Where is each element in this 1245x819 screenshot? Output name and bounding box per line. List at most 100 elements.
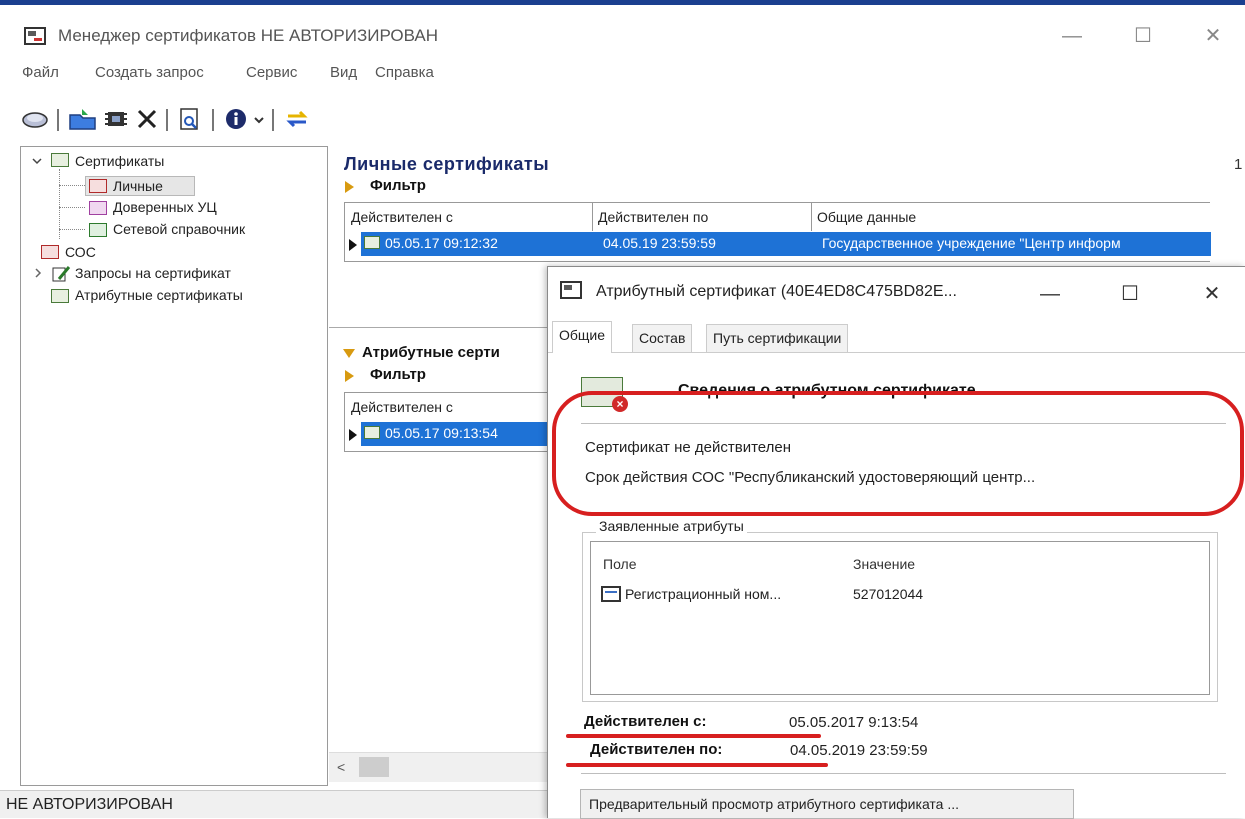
column-divider xyxy=(592,203,593,231)
preview-icon[interactable] xyxy=(178,107,202,131)
menubar: Файл Создать запрос Сервис Вид Справка xyxy=(0,61,1245,87)
table-row[interactable]: 05.05.17 09:13:54 xyxy=(361,422,549,446)
status-bar: НЕ АВТОРИЗИРОВАН xyxy=(0,790,548,818)
dropdown-arrow-icon[interactable] xyxy=(252,107,266,131)
network-directory-icon xyxy=(89,223,107,237)
attribute-field-name[interactable]: Регистрационный ном... xyxy=(625,586,781,602)
toolbar-separator xyxy=(57,109,59,131)
cell-valid-from: 05.05.17 09:12:32 xyxy=(385,235,498,251)
personal-grid[interactable]: Действителен с Действителен по Общие дан… xyxy=(344,202,1211,262)
minimize-button[interactable]: — xyxy=(1052,21,1092,51)
attribute-certificate-dialog: Атрибутный сертификат (40E4ED8C475BD82E.… xyxy=(547,266,1245,819)
menu-help[interactable]: Справка xyxy=(375,64,434,81)
attribute-grid[interactable]: Действителен с 05.05.17 09:13:54 xyxy=(344,392,549,452)
personal-filter[interactable]: Фильтр xyxy=(370,177,426,194)
column-header-valid-to[interactable]: Действителен по xyxy=(598,209,708,225)
cert-row-icon xyxy=(364,426,380,439)
table-row[interactable]: 05.05.17 09:12:32 04.05.19 23:59:59 Госу… xyxy=(361,232,1211,256)
personal-cert-icon xyxy=(89,179,107,193)
attribute-icon xyxy=(601,586,621,602)
tree-item-personal[interactable]: Личные xyxy=(113,178,163,194)
toolbar xyxy=(0,101,400,137)
sync-arrows-icon[interactable] xyxy=(284,107,310,131)
attribute-filter[interactable]: Фильтр xyxy=(370,366,426,383)
dialog-title: Атрибутный сертификат (40E4ED8C475BD82E.… xyxy=(596,283,957,300)
menu-view[interactable]: Вид xyxy=(330,64,357,81)
dialog-tabs: Общие Состав Путь сертификации xyxy=(548,319,1245,353)
tab-certification-path[interactable]: Путь сертификации xyxy=(706,324,849,352)
status-text: НЕ АВТОРИЗИРОВАН xyxy=(6,796,173,813)
book-icon[interactable] xyxy=(20,107,50,131)
chevron-down-icon[interactable] xyxy=(31,155,43,167)
annotation-oval xyxy=(552,391,1244,516)
scroll-left-icon[interactable]: < xyxy=(337,759,345,775)
tree-item-attribute-certificates[interactable]: Атрибутные сертификаты xyxy=(75,287,243,303)
close-button[interactable]: ✕ xyxy=(1193,21,1233,51)
attribute-cert-icon xyxy=(51,289,69,303)
request-icon xyxy=(52,266,71,282)
menu-file[interactable]: Файл xyxy=(22,64,59,81)
cert-row-icon xyxy=(364,236,380,249)
preview-attribute-certificate-button[interactable]: Предварительный просмотр атрибутного сер… xyxy=(580,789,1074,819)
column-header-common-data[interactable]: Общие данные xyxy=(817,209,916,225)
trusted-ca-icon xyxy=(89,201,107,215)
app-icon xyxy=(24,27,46,45)
toolbar-separator xyxy=(212,109,214,131)
certificates-icon xyxy=(51,153,69,167)
menu-create-request[interactable]: Создать запрос xyxy=(95,64,204,81)
filter-expand-icon[interactable] xyxy=(345,181,354,193)
pane-splitter[interactable] xyxy=(329,327,547,328)
valid-from-label: Действителен с: xyxy=(584,713,707,730)
delete-icon[interactable] xyxy=(136,107,158,131)
valid-from-value: 05.05.2017 9:13:54 xyxy=(789,714,919,731)
maximize-button[interactable]: ☐ xyxy=(1123,21,1163,51)
tree-connector xyxy=(59,185,85,186)
annotation-underline xyxy=(566,734,821,738)
column-header-valid-from[interactable]: Действителен с xyxy=(351,399,453,415)
attribute-value[interactable]: 527012044 xyxy=(853,586,923,602)
collapse-icon[interactable] xyxy=(343,349,355,358)
cell-valid-to: 04.05.19 23:59:59 xyxy=(603,235,716,251)
tab-composition[interactable]: Состав xyxy=(632,324,693,352)
personal-count: 1 xyxy=(1234,156,1243,173)
tree-connector xyxy=(59,207,85,208)
dialog-minimize-button[interactable]: — xyxy=(1030,279,1070,309)
personal-certificates-title: Личные сертификаты xyxy=(344,154,550,174)
chevron-right-icon[interactable] xyxy=(33,267,43,279)
attributes-list[interactable]: Поле Значение Регистрационный ном... 527… xyxy=(590,541,1210,695)
open-folder-icon[interactable] xyxy=(68,107,98,131)
certificate-tree[interactable]: Сертификаты Личные Доверенных УЦ Сетевой… xyxy=(20,146,328,786)
column-header-valid-from[interactable]: Действителен с xyxy=(351,209,453,225)
annotation-underline xyxy=(566,763,828,767)
tree-item-trusted-ca[interactable]: Доверенных УЦ xyxy=(113,199,217,215)
column-header-field[interactable]: Поле xyxy=(603,556,637,572)
tree-item-crl[interactable]: СОС xyxy=(65,244,96,260)
toolbar-separator xyxy=(272,109,274,131)
dialog-close-button[interactable]: ✕ xyxy=(1192,279,1232,309)
divider xyxy=(581,773,1226,774)
tree-item-requests[interactable]: Запросы на сертификат xyxy=(75,265,231,281)
horizontal-scrollbar[interactable]: < xyxy=(329,752,547,782)
declared-attributes-label: Заявленные атрибуты xyxy=(596,518,747,534)
column-header-value[interactable]: Значение xyxy=(853,556,915,572)
info-icon[interactable] xyxy=(224,107,248,131)
tree-item-network-directory[interactable]: Сетевой справочник xyxy=(113,221,245,237)
dialog-maximize-button[interactable]: ☐ xyxy=(1110,279,1150,309)
filter-expand-icon[interactable] xyxy=(345,370,354,382)
scrollbar-thumb[interactable] xyxy=(359,757,389,777)
row-pointer-icon xyxy=(349,239,357,251)
menu-service[interactable]: Сервис xyxy=(246,64,297,81)
dialog-icon xyxy=(560,281,582,299)
chip-icon[interactable] xyxy=(103,107,129,131)
valid-to-label: Действителен по: xyxy=(590,741,723,758)
main-titlebar: Менеджер сертификатов НЕ АВТОРИЗИРОВАН —… xyxy=(0,5,1245,61)
crl-icon xyxy=(41,245,59,259)
cell-common-data: Государственное учреждение "Центр информ xyxy=(822,235,1121,251)
column-divider xyxy=(811,203,812,231)
toolbar-separator xyxy=(166,109,168,131)
attribute-certificates-title: Атрибутные серти xyxy=(362,344,500,361)
tab-general[interactable]: Общие xyxy=(552,321,613,353)
window-title: Менеджер сертификатов НЕ АВТОРИЗИРОВАН xyxy=(58,26,439,45)
valid-to-value: 04.05.2019 23:59:59 xyxy=(790,742,928,759)
tree-item-certificates[interactable]: Сертификаты xyxy=(75,153,164,169)
